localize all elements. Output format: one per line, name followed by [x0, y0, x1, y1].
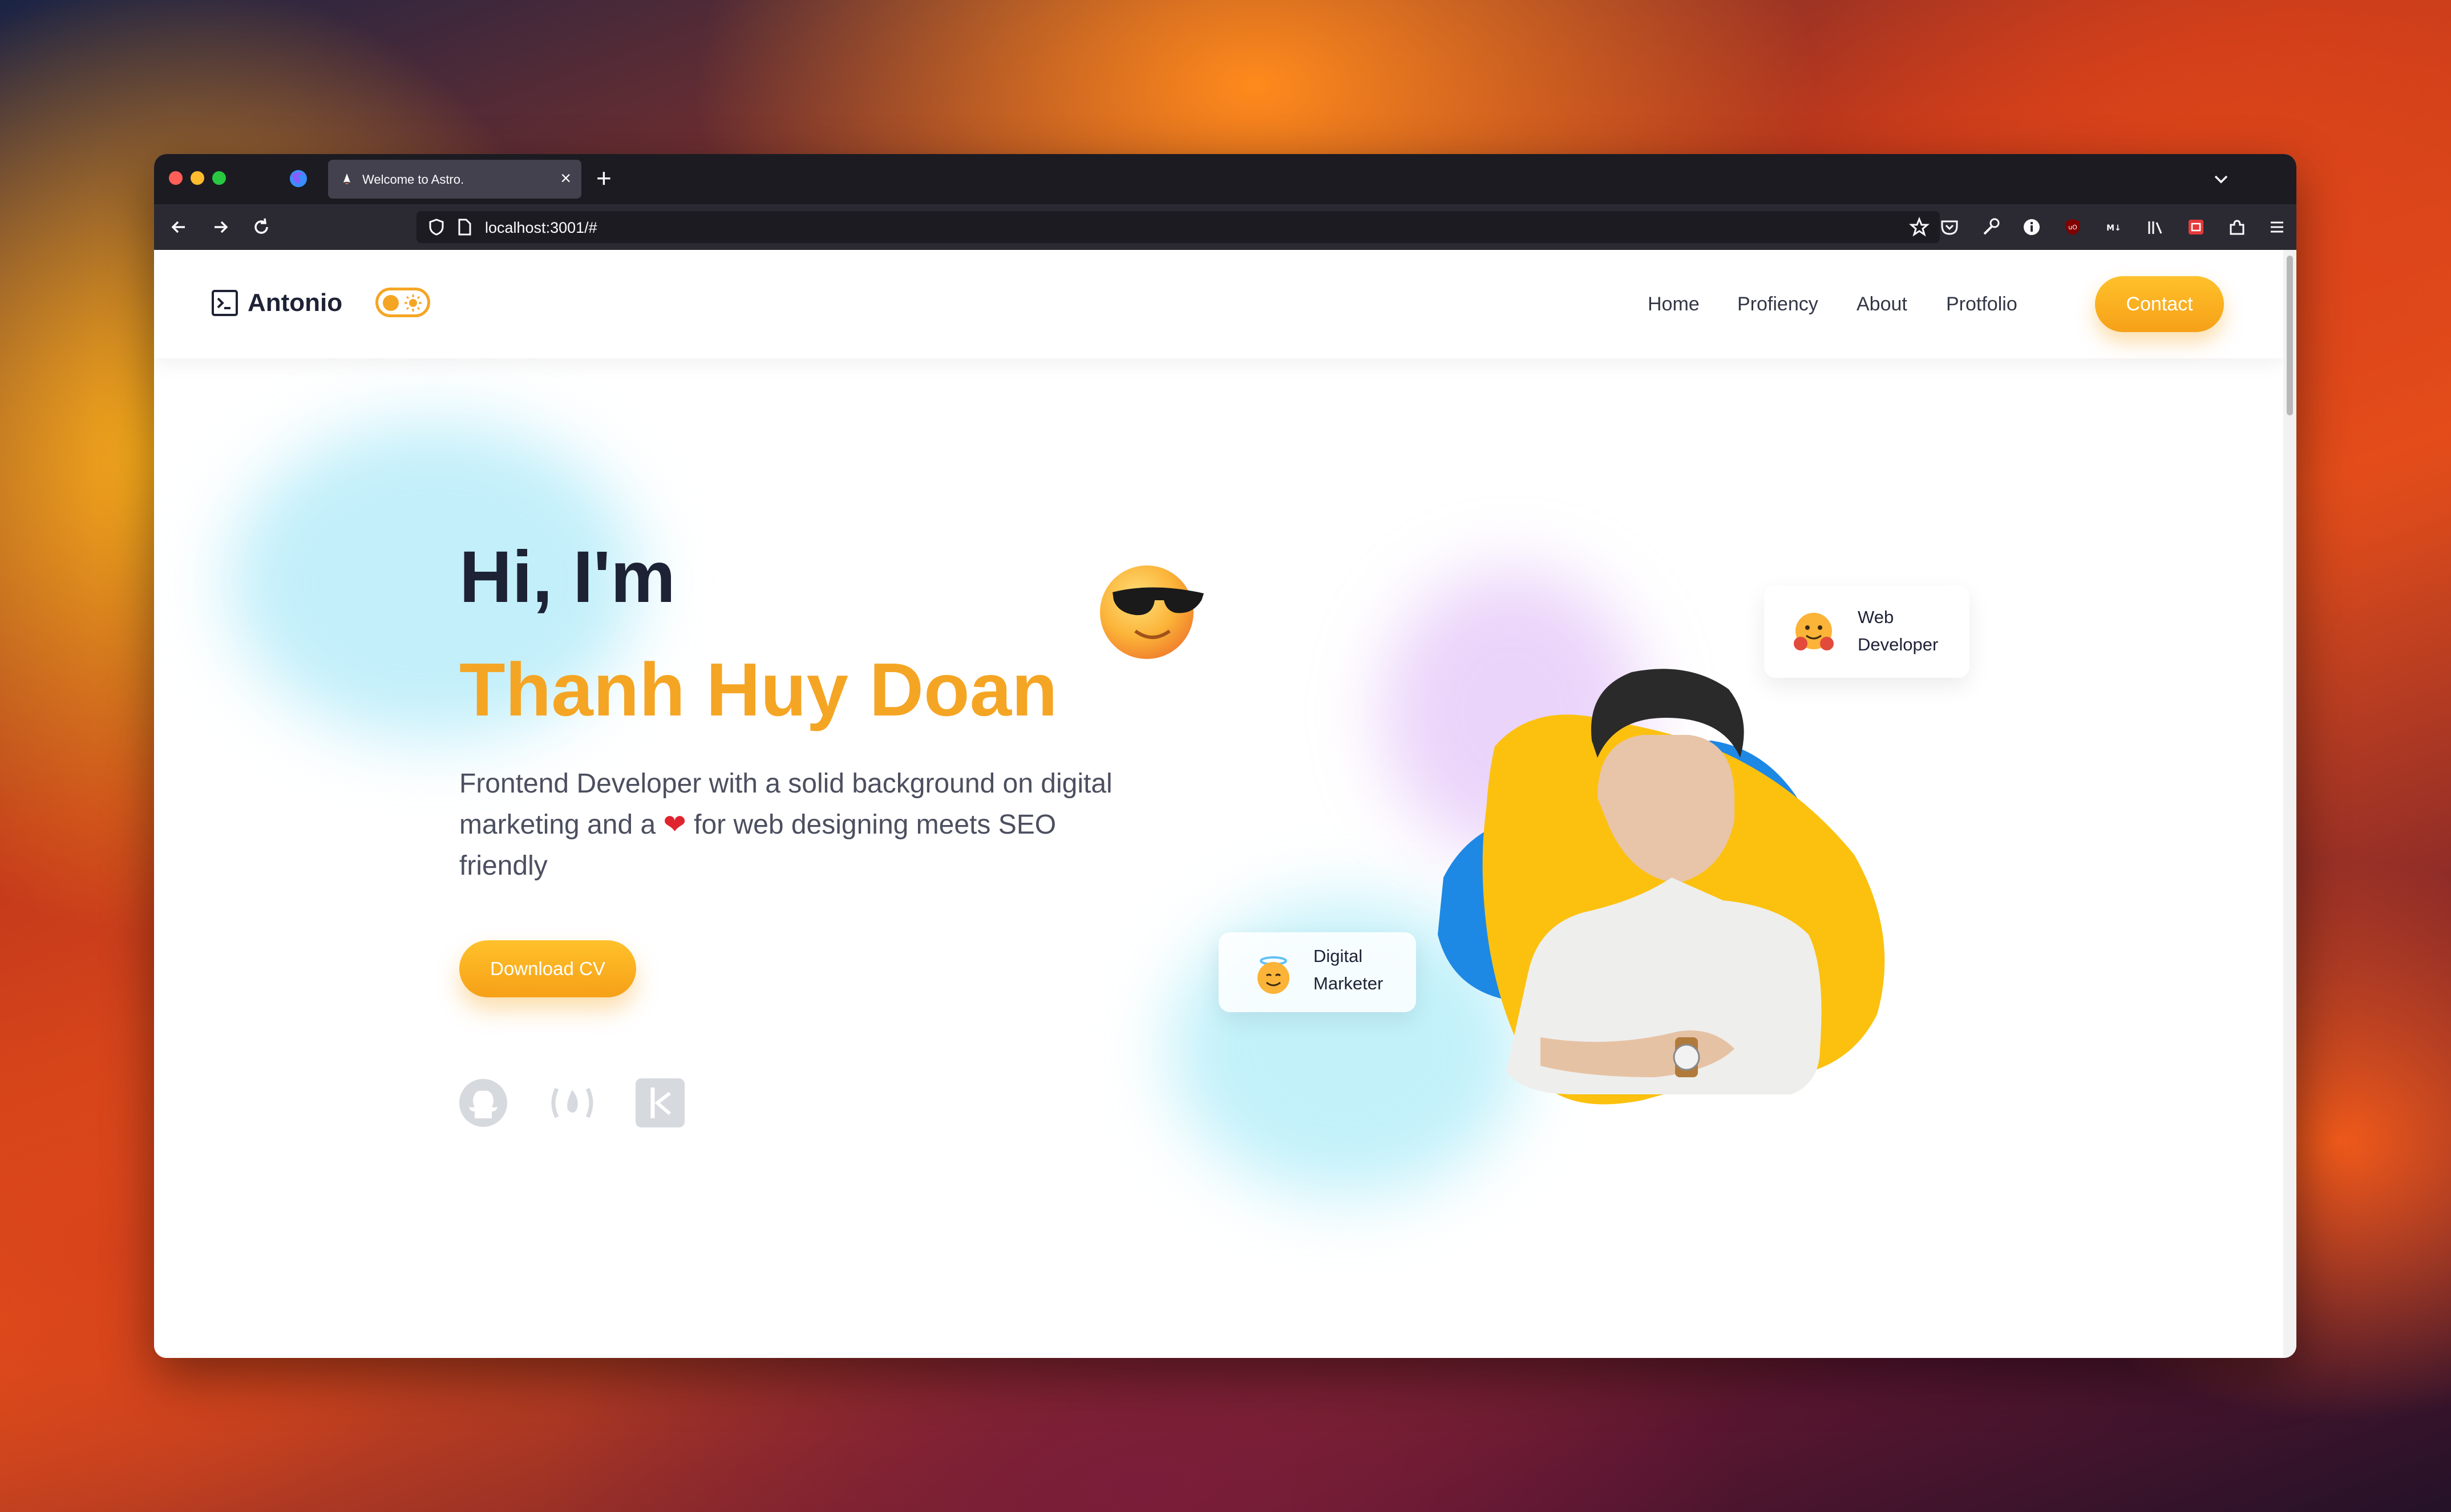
- theme-toggle[interactable]: [375, 288, 430, 317]
- terminal-icon: [212, 290, 238, 316]
- logo[interactable]: Antonio: [211, 289, 342, 317]
- download-cv-button[interactable]: Download CV: [459, 940, 636, 997]
- sun-icon: [405, 294, 422, 312]
- logo-text: Antonio: [248, 289, 343, 317]
- pocket-icon[interactable]: [1940, 217, 1959, 237]
- menu-icon[interactable]: [2267, 217, 2287, 237]
- heart-icon: ❤: [663, 810, 686, 840]
- info-icon[interactable]: [2022, 217, 2041, 237]
- url-text[interactable]: localhost:3001/#: [485, 219, 597, 237]
- library-icon[interactable]: [2145, 217, 2165, 237]
- maximize-window-button[interactable]: [212, 171, 226, 185]
- tab-title: Welcome to Astro.: [362, 172, 464, 187]
- tab-close-icon[interactable]: ×: [560, 169, 571, 187]
- astro-icon: [343, 173, 350, 184]
- freecodecamp-icon[interactable]: [547, 1077, 598, 1129]
- nav-profiency[interactable]: Profiency: [1737, 293, 1818, 316]
- page-icon[interactable]: [456, 218, 472, 236]
- reload-icon[interactable]: [250, 216, 273, 238]
- extensions-icon[interactable]: [2227, 217, 2247, 237]
- sunglasses-emoji-icon: [1100, 565, 1204, 659]
- scrollbar[interactable]: [2283, 250, 2296, 1358]
- web-developer-card: Web Developer: [1764, 585, 1969, 678]
- list-all-tabs-icon[interactable]: [2209, 167, 2234, 192]
- hero-greeting: Hi, I'm: [459, 536, 676, 618]
- web-developer-label: Web Developer: [1858, 607, 1939, 654]
- hero-name: Thanh Huy Doan: [459, 648, 1058, 731]
- firefox-view-icon[interactable]: [288, 168, 309, 189]
- hugging-face-emoji-icon: [1794, 613, 1834, 650]
- address-bar[interactable]: localhost:3001/#: [416, 211, 1940, 243]
- hero-description: Frontend Developer with a solid backgrou…: [459, 763, 1144, 887]
- new-tab-button[interactable]: +: [596, 162, 612, 194]
- tab-welcome[interactable]: Welcome to Astro. ×: [328, 160, 581, 199]
- browser-window: Welcome to Astro. × + localhost:3001/# u…: [154, 154, 2296, 1358]
- nav-home[interactable]: Home: [1648, 293, 1700, 316]
- bookmark-star-icon[interactable]: [1909, 217, 1930, 237]
- smiling-halo-emoji-icon: [1257, 956, 1289, 994]
- page-content: Antonio Home Profiency About Protfolio C…: [154, 250, 2283, 1358]
- markdown-icon[interactable]: M↓: [2104, 217, 2124, 237]
- close-window-button[interactable]: [169, 171, 183, 185]
- ublock-icon[interactable]: uO: [2063, 217, 2082, 237]
- tab-bar: Welcome to Astro. × +: [154, 154, 2296, 204]
- kaggle-icon[interactable]: [634, 1077, 686, 1129]
- back-icon[interactable]: [168, 216, 191, 238]
- nav-about[interactable]: About: [1857, 293, 1907, 316]
- site-header: Antonio Home Profiency About Protfolio C…: [154, 250, 2283, 358]
- toggle-knob-icon: [383, 295, 399, 311]
- digital-marketer-card: Digital Marketer: [1219, 932, 1416, 1012]
- scrollbar-thumb[interactable]: [2287, 256, 2293, 415]
- svg-text:uO: uO: [2068, 224, 2077, 231]
- svg-text:M↓: M↓: [2106, 224, 2121, 233]
- forward-icon[interactable]: [209, 216, 232, 238]
- digital-marketer-label: Digital Marketer: [1313, 946, 1384, 993]
- screenshot-icon[interactable]: [2186, 217, 2206, 237]
- shield-icon[interactable]: [428, 218, 445, 236]
- contact-button[interactable]: Contact: [2095, 276, 2224, 332]
- minimize-window-button[interactable]: [191, 171, 204, 185]
- wrench-icon[interactable]: [1981, 217, 2000, 237]
- github-icon[interactable]: [458, 1077, 509, 1129]
- navigation-bar: localhost:3001/# uO M↓: [154, 204, 2296, 250]
- nav-protfolio[interactable]: Protfolio: [1946, 293, 2017, 316]
